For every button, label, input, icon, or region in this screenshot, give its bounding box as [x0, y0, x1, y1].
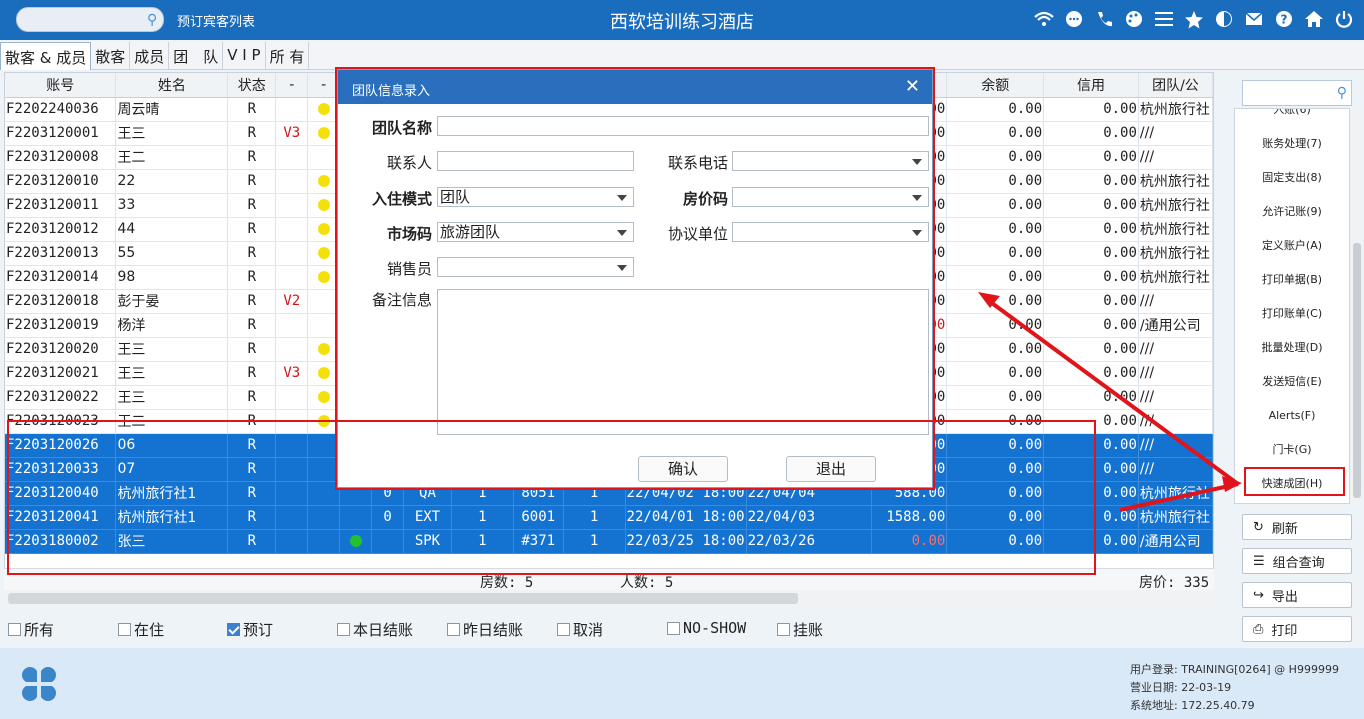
annotation-arrows: [978, 292, 1242, 512]
